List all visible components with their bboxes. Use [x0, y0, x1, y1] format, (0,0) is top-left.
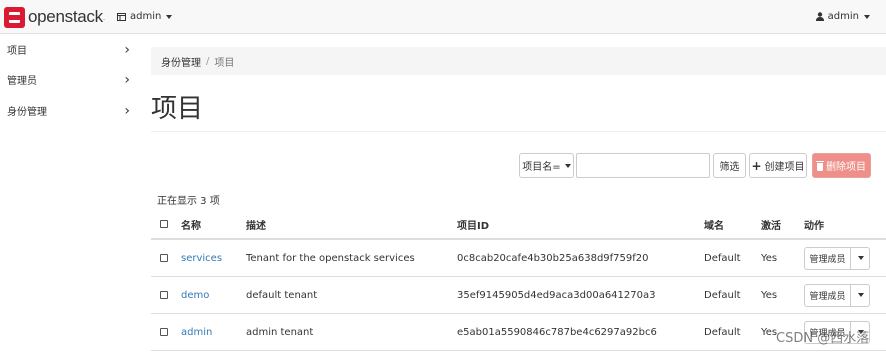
- project-name-link[interactable]: services: [181, 253, 222, 264]
- header-enabled[interactable]: 激活: [761, 210, 781, 238]
- openstack-logo[interactable]: openstack.: [4, 6, 105, 28]
- row-actions: 管理成员: [804, 277, 870, 313]
- trash-icon: [816, 160, 824, 171]
- logo-mark-dot: .: [102, 12, 106, 22]
- project-switcher-label: admin: [130, 11, 162, 22]
- project-switcher[interactable]: admin: [117, 11, 173, 22]
- more-actions-dropdown[interactable]: [851, 283, 870, 307]
- filter-field-select[interactable]: 项目名=: [519, 153, 574, 178]
- action-button-group: 管理成员: [804, 246, 870, 270]
- project-enabled: Yes: [761, 289, 778, 301]
- project-domain: Default: [704, 252, 741, 264]
- chevron-down-icon: [864, 14, 870, 19]
- project-name-cell: services: [181, 240, 222, 276]
- project-name-cell: demo: [181, 277, 209, 313]
- project-enabled: Yes: [761, 252, 778, 264]
- chevron-down-icon: [564, 163, 571, 168]
- select-all-checkbox[interactable]: [160, 220, 168, 228]
- user-menu[interactable]: admin: [815, 11, 870, 22]
- project-domain: Default: [704, 326, 741, 338]
- project-domain: Default: [704, 289, 741, 301]
- more-actions-dropdown[interactable]: [851, 246, 870, 270]
- filter-input[interactable]: [576, 153, 710, 178]
- chevron-right-icon: ›: [124, 103, 130, 119]
- openstack-logo-icon: [4, 6, 25, 28]
- sidebar-item-label: 身份管理: [7, 106, 47, 118]
- table-row: demo default tenant 35ef9145905d4ed9aca3…: [151, 277, 886, 314]
- sidebar: 项目 › 管理员 › 身份管理 ›: [0, 34, 140, 354]
- table-row: services Tenant for the openstack servic…: [151, 240, 886, 277]
- project-enabled: Yes: [761, 326, 778, 338]
- chevron-right-icon: ›: [124, 42, 130, 58]
- action-button-group: 管理成员: [804, 283, 870, 307]
- project-name-cell: admin: [181, 314, 212, 350]
- header-project-id[interactable]: 项目ID: [457, 210, 489, 238]
- delete-project-button[interactable]: 删除项目: [812, 153, 871, 178]
- user-icon: [815, 12, 824, 21]
- breadcrumb: 身份管理 / 项目: [151, 47, 886, 75]
- project-switcher-icon: [117, 12, 126, 21]
- row-checkbox[interactable]: [160, 328, 168, 336]
- sidebar-item-identity[interactable]: 身份管理 ›: [0, 95, 140, 125]
- user-menu-label: admin: [827, 11, 859, 22]
- create-project-label: 创建项目: [764, 162, 805, 173]
- filter-field-label: 项目名=: [522, 162, 561, 173]
- project-name-link[interactable]: admin: [181, 327, 212, 338]
- sidebar-item-admin[interactable]: 管理员 ›: [0, 64, 140, 94]
- row-checkbox[interactable]: [160, 254, 168, 262]
- project-description: admin tenant: [246, 326, 314, 338]
- project-id: e5ab01a5590846c787be4c6297a92bc6: [457, 326, 657, 338]
- chevron-down-icon: [857, 293, 864, 297]
- row-actions: 管理成员: [804, 240, 870, 276]
- row-check-cell: [160, 314, 168, 350]
- sidebar-item-project[interactable]: 项目 ›: [0, 34, 140, 64]
- item-count: 正在显示 3 项: [157, 196, 220, 207]
- chevron-down-icon: [857, 256, 864, 260]
- table-header: 名称 描述 项目ID 域名 激活 动作: [151, 210, 886, 240]
- row-checkbox[interactable]: [160, 291, 168, 299]
- project-id: 35ef9145905d4ed9aca3d00a641270a3: [457, 289, 656, 301]
- logo-text: openstack: [28, 7, 103, 26]
- manage-members-button[interactable]: 管理成员: [804, 246, 851, 270]
- sidebar-item-label: 项目: [7, 45, 27, 57]
- project-id: 0c8cab20cafe4b30b25a638d9f759f20: [457, 252, 649, 264]
- sidebar-item-label: 管理员: [7, 75, 37, 87]
- header-actions: 动作: [804, 220, 824, 232]
- row-check-cell: [160, 240, 168, 276]
- create-project-button[interactable]: + 创建项目: [749, 153, 807, 178]
- breadcrumb-parent[interactable]: 身份管理: [161, 54, 201, 69]
- plus-icon: +: [751, 158, 762, 173]
- project-description: Tenant for the openstack services: [246, 252, 415, 264]
- page-title: 项目: [151, 94, 204, 124]
- header-name[interactable]: 名称: [181, 210, 201, 238]
- filter-button-label: 筛选: [719, 162, 740, 173]
- chevron-down-icon: [166, 14, 173, 19]
- manage-members-button[interactable]: 管理成员: [804, 283, 851, 307]
- watermark: CSDN @西水落: [776, 331, 870, 346]
- breadcrumb-current: 项目: [214, 57, 235, 69]
- title-divider: [151, 131, 886, 132]
- header-description[interactable]: 描述: [246, 210, 266, 238]
- chevron-right-icon: ›: [124, 72, 130, 88]
- top-navbar: openstack. admin admin: [0, 0, 886, 34]
- breadcrumb-separator: /: [206, 55, 210, 67]
- delete-project-label: 删除项目: [826, 162, 866, 173]
- row-check-cell: [160, 277, 168, 313]
- filter-button[interactable]: 筛选: [713, 153, 746, 178]
- project-description: default tenant: [246, 289, 318, 301]
- project-name-link[interactable]: demo: [181, 290, 209, 301]
- header-domain[interactable]: 域名: [704, 210, 724, 238]
- select-all-cell: [160, 210, 168, 238]
